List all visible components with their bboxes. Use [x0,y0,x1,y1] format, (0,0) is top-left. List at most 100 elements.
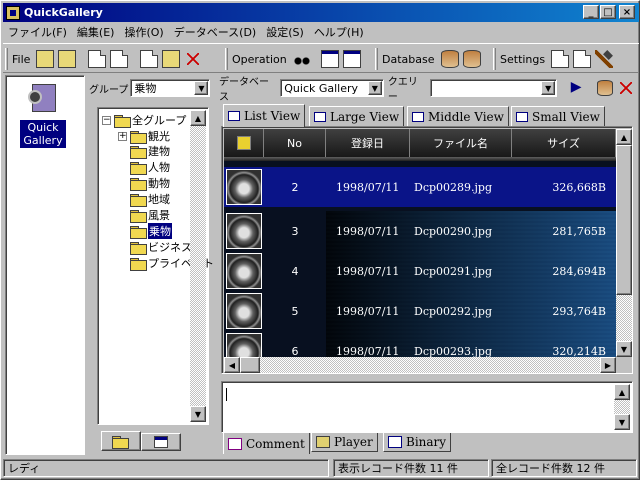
toolbar-grip[interactable] [5,48,8,70]
add-group-icon[interactable] [58,50,77,68]
tab-small-view[interactable]: Small View [511,106,605,126]
menu-settings[interactable]: 設定(S) [261,24,309,40]
menu-edit[interactable]: 編集(E) [72,24,120,40]
quickgallery-key-icon[interactable] [26,82,60,116]
group-label: グループ [89,84,129,96]
title-bar[interactable]: QuickGallery _ □ × [3,3,639,22]
tree-item-landscape[interactable]: 風景 [130,207,170,223]
delete-icon[interactable] [184,50,202,68]
tools-hammer-icon[interactable] [595,50,614,68]
print-preview-icon[interactable] [110,50,129,68]
record-thumbnail[interactable] [226,213,262,249]
scroll-down-icon[interactable]: ▼ [614,414,630,430]
tree-item-people[interactable]: 人物 [130,159,170,175]
new-record-icon[interactable] [36,50,55,68]
table-row[interactable]: 4 1998/07/11 Dcp00291.jpg 284,694B [224,251,616,291]
folder-icon [130,193,147,207]
comment-editor[interactable]: ▲ ▼ [221,381,633,433]
database-open-icon[interactable] [440,50,459,68]
folder-icon [130,241,147,255]
tree-item-buildings[interactable]: 建物 [130,143,170,159]
search-binoculars-icon[interactable] [292,50,311,68]
document-settings-icon[interactable] [573,50,592,68]
menu-database[interactable]: データベース(D) [169,24,262,40]
file-toolbar: File [5,47,204,71]
toolbar-grip[interactable] [375,48,378,70]
chevron-down-icon[interactable]: ▼ [367,81,382,95]
table-row[interactable]: 6 1998/07/11 Dcp00293.jpg 320,214B [224,331,616,357]
scroll-up-icon[interactable]: ▲ [614,384,630,400]
table-row[interactable]: 5 1998/07/11 Dcp00292.jpg 293,764B [224,291,616,331]
app-icon[interactable] [6,5,20,20]
window-tile-icon[interactable] [342,50,361,68]
query-select[interactable]: ▼ [429,79,558,97]
maximize-button[interactable]: □ [600,5,616,19]
chevron-down-icon[interactable]: ▼ [541,81,556,95]
scroll-up-icon[interactable]: ▲ [190,110,206,126]
status-ready: レディ [3,459,329,477]
copy-icon[interactable] [140,50,159,68]
collapse-icon[interactable]: − [102,115,111,125]
tree-item-business[interactable]: ビジネス [130,239,192,255]
scroll-up-icon[interactable]: ▲ [616,129,632,145]
column-header-filename[interactable]: ファイル名 [410,129,512,157]
record-list-pane: No 登録日 ファイル名 サイズ 2 1998/07/11 Dcp00289.j… [221,126,633,374]
scroll-down-icon[interactable]: ▼ [190,406,206,422]
scroll-down-icon[interactable]: ▼ [616,341,632,357]
scroll-thumb[interactable] [616,145,632,295]
tab-binary[interactable]: Binary [383,433,452,452]
window-cascade-icon[interactable] [320,50,339,68]
menu-help[interactable]: ヘルプ(H) [309,24,369,40]
quickgallery-shortcut-label[interactable]: Quick Gallery [20,120,66,148]
expand-icon[interactable]: + [118,131,127,141]
scroll-right-icon[interactable]: ▶ [600,357,616,373]
database-settings-icon[interactable] [462,50,481,68]
column-header-size[interactable]: サイズ [512,129,616,157]
menu-file[interactable]: ファイル(F) [3,24,72,40]
tab-large-view[interactable]: Large View [309,106,405,126]
tree-item-animals[interactable]: 動物 [130,175,170,191]
toolbar-grip[interactable] [225,48,228,70]
scroll-left-icon[interactable]: ◀ [224,357,240,373]
run-query-icon[interactable]: ▶ [567,79,585,97]
record-thumbnail[interactable] [226,293,262,329]
record-thumbnail[interactable] [226,169,262,205]
column-header-no[interactable]: No [264,129,326,157]
print-icon[interactable] [88,50,107,68]
record-thumbnail[interactable] [226,253,262,289]
tab-group-tree[interactable] [101,431,141,451]
thumbnail-column-header[interactable] [224,129,264,157]
minimize-button[interactable]: _ [583,5,599,19]
tab-computer[interactable] [141,433,181,451]
tab-comment[interactable]: Comment [223,433,310,454]
scroll-thumb[interactable] [240,357,260,373]
query-edit-icon[interactable] [597,80,614,96]
database-select[interactable]: Quick Gallery ▼ [280,79,384,97]
chevron-down-icon[interactable]: ▼ [194,81,209,95]
tree-item-regions[interactable]: 地域 [130,191,170,207]
list-horizontal-scrollbar[interactable]: ◀ ▶ [224,357,616,373]
tab-middle-view[interactable]: Middle View [407,106,509,126]
table-row[interactable]: 2 1998/07/11 Dcp00289.jpg 326,668B [224,167,616,207]
folder-icon [130,145,147,159]
menu-operation[interactable]: 操作(O) [119,24,168,40]
column-header-date[interactable]: 登録日 [326,129,410,157]
table-row[interactable]: 3 1998/07/11 Dcp00290.jpg 281,765B [224,211,616,251]
paste-icon[interactable] [162,50,181,68]
tree-root[interactable]: − 全グループ [102,112,186,128]
list-vertical-scrollbar[interactable]: ▲ ▼ [616,129,632,357]
close-button[interactable]: × [619,5,635,19]
folder-icon [130,225,147,239]
tree-item-vehicles[interactable]: 乗物 [130,223,172,239]
comment-scrollbar[interactable]: ▲ ▼ [614,384,630,430]
tab-list-view[interactable]: List View [223,104,306,127]
clear-query-icon[interactable] [617,79,635,97]
record-thumbnail[interactable] [226,333,262,357]
group-select[interactable]: 乗物 ▼ [130,79,211,97]
tree-item-sightseeing[interactable]: + 観光 [118,128,170,144]
middle-view-icon [412,111,424,122]
list-settings-icon[interactable] [551,50,570,68]
toolbar-grip[interactable] [493,48,496,70]
tab-player[interactable]: Player [311,433,378,452]
tree-scrollbar[interactable]: ▲ ▼ [190,110,206,422]
